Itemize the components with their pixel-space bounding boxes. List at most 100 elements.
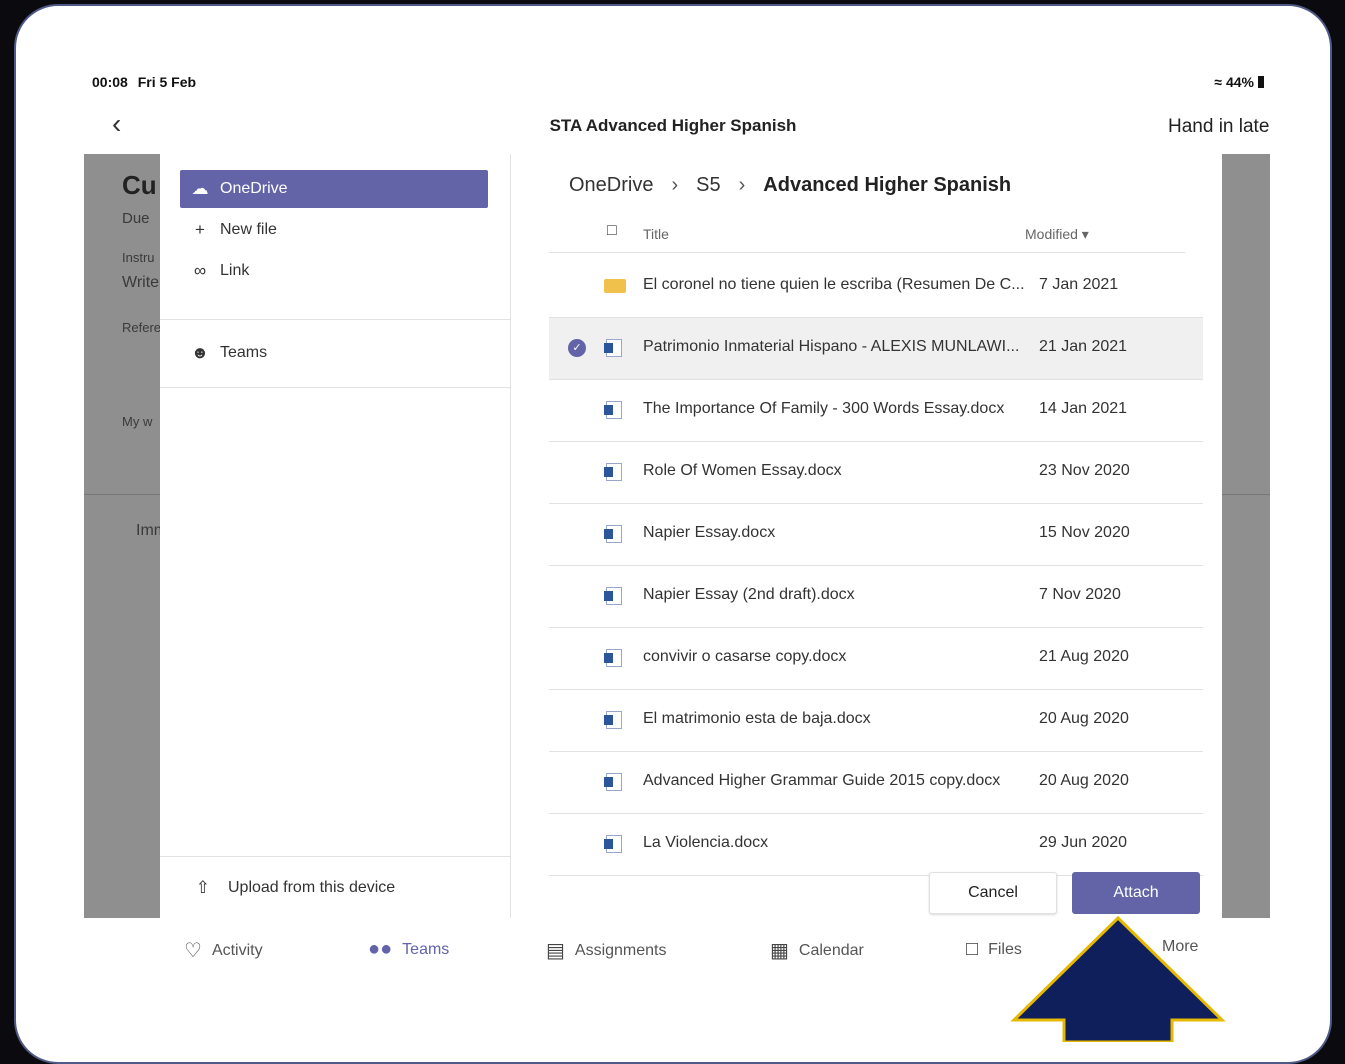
- word-doc-icon: [604, 401, 622, 419]
- source-onedrive[interactable]: ☁ OneDrive: [180, 170, 488, 208]
- file-row[interactable]: La Violencia.docx 29 Jun 2020: [549, 814, 1203, 876]
- my-work-label: My w: [122, 414, 153, 429]
- file-name: convivir o casarse copy.docx: [643, 648, 847, 665]
- source-link-label: Link: [220, 262, 250, 279]
- file-row[interactable]: El matrimonio esta de baja.docx 20 Aug 20…: [549, 690, 1203, 752]
- source-link[interactable]: ∞ Link: [180, 252, 488, 290]
- word-doc-icon: [604, 711, 622, 729]
- file-row[interactable]: Napier Essay (2nd draft).docx 7 Nov 2020: [549, 566, 1203, 628]
- tab-assignments-label: Assignments: [574, 941, 667, 959]
- teams-icon: ●●: [368, 938, 393, 960]
- file-name: Role Of Women Essay.docx: [643, 462, 842, 479]
- attach-button[interactable]: Attach: [1072, 872, 1200, 914]
- plus-icon: +: [195, 220, 205, 239]
- file-modified-date: 15 Nov 2020: [1039, 524, 1130, 541]
- breadcrumb-onedrive[interactable]: OneDrive: [569, 174, 653, 197]
- file-list: El coronel no tiene quien le escriba (Re…: [549, 256, 1203, 876]
- file-row[interactable]: ✓ Patrimonio Inmaterial Hispano - ALEXIS …: [549, 318, 1203, 380]
- due-label: Due: [122, 210, 150, 227]
- word-doc-icon: [604, 649, 622, 667]
- nav-bar: ‹ STA Advanced Higher Spanish Hand in la…: [16, 106, 1330, 146]
- file-modified-date: 7 Jan 2021: [1039, 276, 1119, 293]
- bell-icon: ♡: [184, 940, 202, 962]
- tab-calendar-label: Calendar: [798, 941, 864, 959]
- source-divider-2: [160, 387, 510, 388]
- chevron-right-icon: ›: [671, 174, 679, 196]
- word-doc-icon: [604, 835, 622, 853]
- status-bar-left: 00:08 Fri 5 Feb: [92, 74, 196, 90]
- file-row[interactable]: Role Of Women Essay.docx 23 Nov 2020: [549, 442, 1203, 504]
- hand-in-late-button[interactable]: Hand in late: [1168, 116, 1269, 138]
- modified-column-header[interactable]: Modified ▾: [1025, 226, 1089, 243]
- status-date: Fri 5 Feb: [137, 74, 197, 90]
- file-name: Napier Essay (2nd draft).docx: [643, 586, 855, 603]
- status-time: 00:08: [92, 74, 128, 90]
- file-modified-date: 21 Jan 2021: [1039, 338, 1128, 355]
- source-list: ☁ OneDrive + New file ∞ Link ☻ Teams ⇧ U…: [160, 154, 511, 918]
- source-divider: [160, 319, 510, 320]
- source-teams[interactable]: ☻ Teams: [180, 334, 488, 372]
- word-doc-icon: [604, 463, 622, 481]
- file-modified-date: 23 Nov 2020: [1039, 462, 1130, 479]
- calendar-icon: ▦: [770, 940, 789, 962]
- file-modified-date: 21 Aug 2020: [1039, 648, 1129, 665]
- file-table-header: □ Title Modified ▾: [549, 216, 1185, 253]
- chevron-right-icon: ›: [738, 174, 746, 196]
- cloud-icon: ☁: [191, 179, 209, 198]
- word-doc-icon: [604, 525, 622, 543]
- file-icon: □: [966, 938, 979, 960]
- tab-activity-label: Activity: [211, 941, 263, 959]
- file-modified-date: 20 Aug 2020: [1039, 772, 1129, 789]
- reference-label: Refere: [122, 320, 162, 335]
- source-onedrive-label: OneDrive: [220, 180, 288, 197]
- upload-label: Upload from this device: [228, 879, 396, 896]
- file-modified-date: 29 Jun 2020: [1039, 834, 1128, 851]
- tablet-frame: 00:08 Fri 5 Feb ≈ 44% ‹ STA Advanced Hig…: [14, 4, 1332, 1064]
- file-row[interactable]: Advanced Higher Grammar Guide 2015 copy.…: [549, 752, 1203, 814]
- upload-from-device-button[interactable]: ⇧ Upload from this device: [160, 856, 510, 919]
- attach-file-sheet: ☁ OneDrive + New file ∞ Link ☻ Teams ⇧ U…: [160, 154, 1222, 918]
- file-modified-date: 14 Jan 2021: [1039, 400, 1128, 417]
- instructions-text: Write: [122, 274, 160, 291]
- link-icon: ∞: [193, 261, 207, 280]
- file-row[interactable]: El coronel no tiene quien le escriba (Re…: [549, 256, 1203, 318]
- page-title: STA Advanced Higher Spanish: [549, 116, 797, 135]
- tab-assignments[interactable]: ▤ Assignments: [546, 938, 667, 963]
- file-row[interactable]: convivir o casarse copy.docx 21 Aug 2020: [549, 628, 1203, 690]
- source-new-file[interactable]: + New file: [180, 211, 488, 249]
- title-column-header[interactable]: Title: [643, 226, 669, 242]
- file-name: Advanced Higher Grammar Guide 2015 copy.…: [643, 772, 1001, 789]
- file-row[interactable]: Napier Essay.docx 15 Nov 2020: [549, 504, 1203, 566]
- file-name: The Importance Of Family - 300 Words Ess…: [643, 400, 1005, 417]
- file-name: El matrimonio esta de baja.docx: [643, 710, 871, 727]
- file-modified-date: 20 Aug 2020: [1039, 710, 1129, 727]
- breadcrumb-current: Advanced Higher Spanish: [763, 174, 1012, 196]
- file-modified-date: 7 Nov 2020: [1039, 586, 1121, 603]
- word-doc-icon: [604, 773, 622, 791]
- upload-icon: ⇧: [195, 878, 210, 897]
- file-name: El coronel no tiene quien le escriba (Re…: [643, 276, 1025, 293]
- file-name: Patrimonio Inmaterial Hispano - ALEXIS M…: [643, 338, 1020, 355]
- tab-teams-label: Teams: [402, 940, 450, 958]
- source-teams-label: Teams: [220, 344, 268, 361]
- selected-check-icon: ✓: [568, 339, 586, 357]
- cancel-button[interactable]: Cancel: [929, 872, 1057, 914]
- highlight-arrow-icon: [1010, 916, 1226, 1042]
- source-new-file-label: New file: [220, 221, 277, 238]
- backpack-icon: ▤: [546, 940, 565, 962]
- file-name: Napier Essay.docx: [643, 524, 776, 541]
- breadcrumb-s5[interactable]: S5: [696, 174, 720, 197]
- breadcrumb: OneDrive › S5 › Advanced Higher Spanish: [569, 174, 1011, 197]
- tab-activity[interactable]: ♡ Activity: [184, 938, 263, 963]
- word-doc-icon: [604, 587, 622, 605]
- battery-level: 44%: [1225, 74, 1254, 90]
- tab-calendar[interactable]: ▦ Calendar: [770, 938, 864, 963]
- assignment-heading: Cu: [122, 170, 157, 200]
- tab-teams[interactable]: ●● Teams: [368, 938, 449, 961]
- status-bar-right: ≈ 44%: [1214, 74, 1264, 90]
- file-row[interactable]: The Importance Of Family - 300 Words Ess…: [549, 380, 1203, 442]
- folder-icon: [604, 279, 626, 293]
- word-doc-icon: [604, 339, 622, 357]
- battery-icon: [1258, 76, 1264, 88]
- file-browser: OneDrive › S5 › Advanced Higher Spanish …: [511, 154, 1222, 918]
